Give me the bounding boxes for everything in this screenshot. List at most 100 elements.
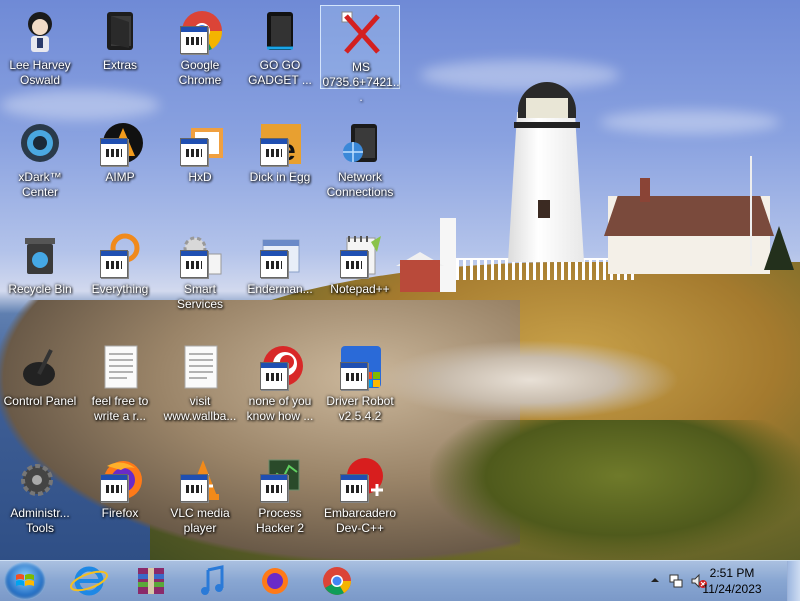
generic-app-overlay-icon [100,138,128,166]
wallpaper-bell-tower [440,218,456,292]
generic-app-overlay-icon [340,362,368,390]
taskbar-google-chrome[interactable] [314,564,360,598]
wallpaper-lighthouse [508,112,584,262]
chrome-icon [323,567,351,595]
icon-label: Dick in Egg [249,170,311,184]
desktop-icon-feel-free-text[interactable]: feel free to write a r... [80,340,160,440]
generic-app-overlay-icon [180,26,208,54]
wallpaper-house-roof [604,196,774,236]
icon-label: Firefox [101,506,139,520]
clock-time: 2:51 PM [709,566,755,580]
desktop-icon-lee-harvey-oswald[interactable]: Lee Harvey Oswald [0,4,80,104]
clock[interactable]: 2:51 PM 11/24/2023 [692,565,772,597]
desktop-icon-xdark-center[interactable]: xDark™ Center [0,116,80,216]
wallpaper-gallery [514,122,580,128]
wallpaper-chimney [640,178,650,202]
generic-app-overlay-icon [260,362,288,390]
desktop-icon-notepad-plus-plus[interactable]: Notepad++ [320,228,400,328]
firefox-icon [262,568,288,594]
desktop-icon-hxd[interactable]: HxD [160,116,240,216]
icon-label: Embarcadero Dev-C++ [323,506,397,535]
taskbar-winrar[interactable] [128,564,174,598]
desktop-icon-none-of-you[interactable]: none of you know how ... [240,340,320,440]
desktop-icon-visit-wallba[interactable]: visit www.wallba... [160,340,240,440]
icon-label: Administr... Tools [10,506,70,535]
generic-app-overlay-icon [260,250,288,278]
text-document-icon [104,345,138,389]
system-tray: 2:51 PM 11/24/2023 [640,561,800,601]
generic-app-overlay-icon [340,250,368,278]
desktop-icon-google-chrome[interactable]: Google Chrome [160,4,240,104]
text-document-icon [184,345,218,389]
desktop-icon-smart-services[interactable]: Smart Services [160,228,240,328]
desktop-icon-enderman[interactable]: Enderman... [240,228,320,328]
desktop-icon-everything[interactable]: Everything [80,228,160,328]
icon-label: Google Chrome [178,58,222,87]
gears-icon [21,464,53,496]
wallpaper-bushes [430,420,800,560]
icon-label: Recycle Bin [8,282,72,296]
desktop-icon-embarcadero-dev-cpp[interactable]: Embarcadero Dev-C++ [320,452,400,552]
wallpaper-annex [400,260,440,292]
desktop-icon-aimp[interactable]: AIMP [80,116,160,216]
icon-label: Enderman... [247,282,313,296]
desktop-icon-control-panel[interactable]: Control Panel [0,340,80,440]
network-status-icon[interactable] [668,573,684,589]
icon-label: Process Hacker 2 [255,506,305,535]
icon-label: Everything [91,282,149,296]
generic-app-overlay-icon [260,138,288,166]
desktop-icon-driver-robot[interactable]: Driver Robot v2.5.4.2 [320,340,400,440]
show-hidden-icons-icon[interactable] [650,575,660,585]
desktop-icon-go-go-gadget[interactable]: GO GO GADGET ... [240,4,320,104]
folder-icon [107,12,133,50]
clock-date: 11/24/2023 [702,582,762,596]
wallpaper-cloud [600,110,780,134]
taskbar-firefox[interactable] [252,564,298,598]
desktop-icon-extras[interactable]: Extras [80,4,160,104]
generic-app-overlay-icon [180,250,208,278]
show-desktop-button[interactable] [787,561,800,601]
wallpaper-flagpole [750,156,752,266]
icon-label: none of you know how ... [246,394,314,423]
taskbar-internet-explorer[interactable] [66,564,112,598]
icon-label: GO GO GADGET ... [248,58,312,87]
xdark-ring-icon [21,124,59,162]
desktop-icon-administrative-tools[interactable]: Administr... Tools [0,452,80,552]
anime-avatar-icon [28,12,52,52]
recycle-bin-icon [25,238,55,274]
taskbar: 2:51 PM 11/24/2023 [0,560,800,601]
windows-logo-icon [16,574,34,586]
icon-label: HxD [188,170,212,184]
network-folder-icon [343,124,377,162]
wallpaper-lamp-glass [526,98,568,118]
generic-app-overlay-icon [100,250,128,278]
music-note-icon [201,565,224,595]
generic-app-overlay-icon [260,474,288,502]
desktop-icon-process-hacker-2[interactable]: Process Hacker 2 [240,452,320,552]
icon-label: xDark™ Center [18,170,62,199]
icon-label: Extras [102,58,137,72]
icon-label: feel free to write a r... [91,394,149,423]
icon-label: visit www.wallba... [163,394,237,423]
desktop-icon-network-connections[interactable]: Network Connections [320,116,400,216]
winrar-archive-icon [138,568,164,594]
desktop-icon-firefox[interactable]: Firefox [80,452,160,552]
icon-label: VLC media player [170,506,230,535]
desktop-icon-dick-in-egg[interactable]: e Dick in Egg [240,116,320,216]
generic-app-overlay-icon [340,474,368,502]
desktop-icon-vlc-media-player[interactable]: VLC media player [160,452,240,552]
icon-label: MS 0735.6+7421... [322,60,400,104]
desktop-icon-ms-0735[interactable]: MS 0735.6+7421... [320,5,400,104]
internet-explorer-icon [69,566,109,596]
generic-app-overlay-icon [180,474,208,502]
broken-shortcut-x-icon [341,11,380,54]
wallpaper-cloud [420,60,620,90]
generic-app-overlay-icon [180,138,208,166]
taskbar-itunes[interactable] [190,564,236,598]
desktop-icon-recycle-bin[interactable]: Recycle Bin [0,228,80,328]
icon-label: Smart Services [176,282,223,311]
start-button[interactable] [4,562,46,600]
control-panel-icon [23,349,55,386]
generic-app-overlay-icon [100,474,128,502]
icon-label: Network Connections [326,170,394,199]
